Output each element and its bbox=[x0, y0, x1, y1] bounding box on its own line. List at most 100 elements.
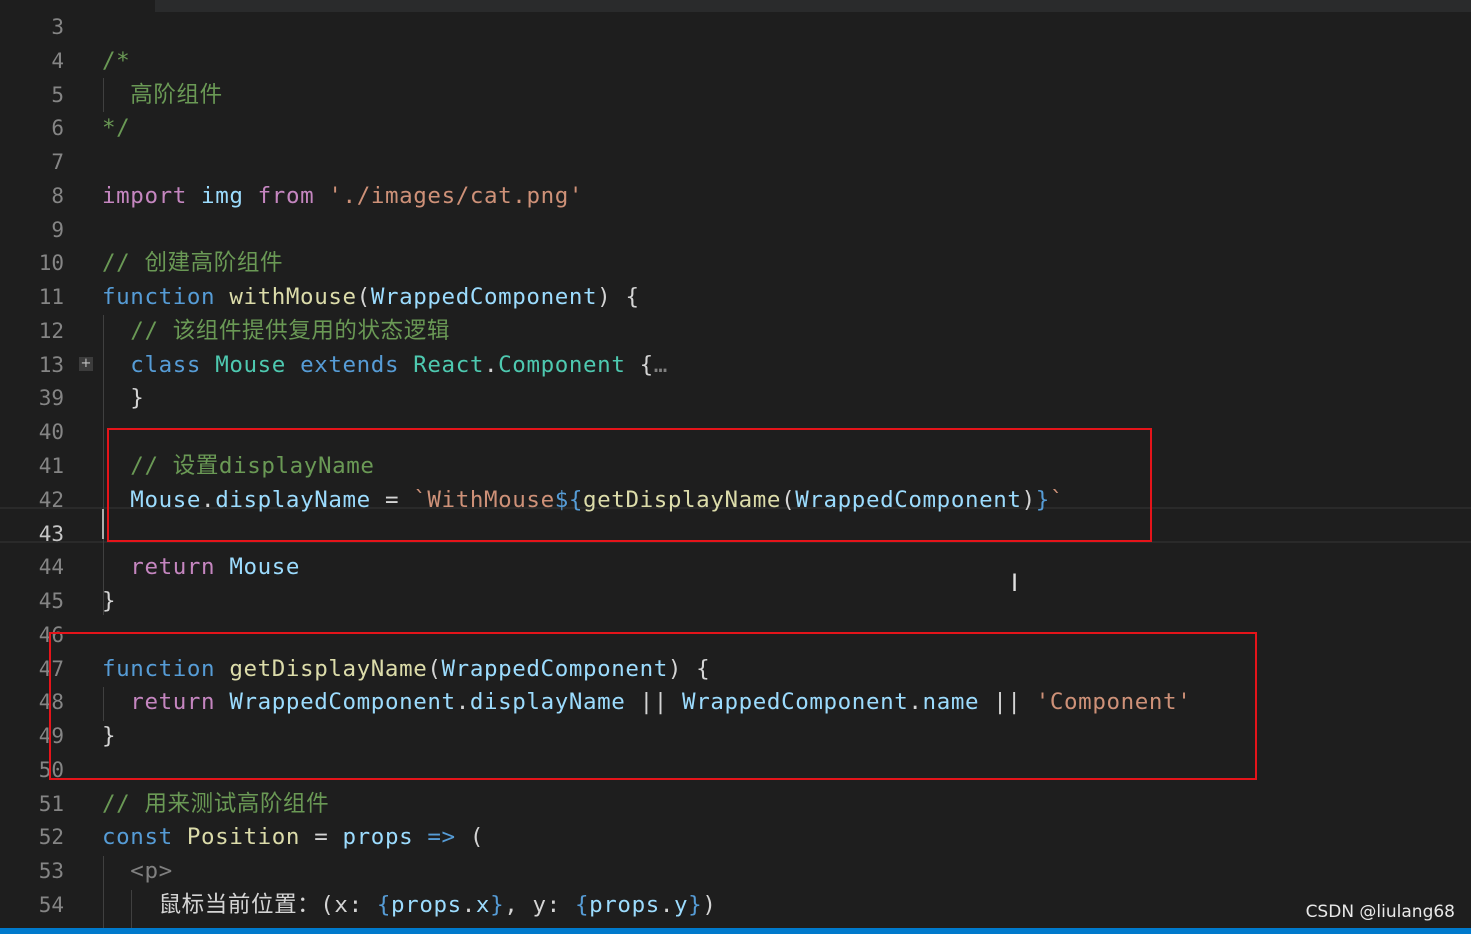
code-line[interactable]: 8 import img from './images/cat.png' bbox=[0, 179, 1471, 213]
code-line[interactable]: 12 // 该组件提供复用的状态逻辑 bbox=[0, 314, 1471, 348]
line-code: } bbox=[102, 584, 116, 618]
line-number: 7 bbox=[51, 150, 64, 175]
code-token: const bbox=[102, 824, 173, 851]
code-line[interactable]: 3 bbox=[0, 10, 1471, 44]
code-token: ( bbox=[356, 284, 371, 311]
line-code: // 创建高阶组件 bbox=[102, 246, 283, 280]
code-line[interactable]: 39 } bbox=[0, 381, 1471, 415]
code-token: class bbox=[130, 351, 202, 378]
code-token: y bbox=[674, 892, 689, 919]
line-code: /* bbox=[102, 44, 130, 78]
code-token: WrappedComponent bbox=[370, 284, 598, 311]
code-line[interactable]: 4 /* bbox=[0, 44, 1471, 78]
code-token: 鼠标当前位置：(x: bbox=[102, 892, 377, 919]
code-token: } bbox=[102, 588, 117, 615]
code-line[interactable]: 13 class Mouse extends React.Component {… bbox=[0, 348, 1471, 382]
code-line[interactable]: 45} bbox=[0, 584, 1471, 618]
line-number: 42 bbox=[38, 487, 64, 512]
line-number: 53 bbox=[38, 859, 64, 884]
line-number: 44 bbox=[38, 555, 64, 580]
code-token: from bbox=[257, 182, 315, 209]
code-token: function bbox=[102, 284, 216, 311]
line-number: 11 bbox=[38, 285, 64, 310]
highlight-box-displayname bbox=[107, 428, 1152, 542]
code-token: => bbox=[427, 824, 456, 851]
code-line[interactable]: 10 // 创建高阶组件 bbox=[0, 246, 1471, 280]
status-bar bbox=[0, 928, 1471, 934]
code-token: './images/cat.png' bbox=[328, 182, 584, 209]
line-code: class Mouse extends React.Component {… bbox=[102, 348, 668, 382]
text-cursor bbox=[102, 509, 104, 539]
code-token: } bbox=[490, 892, 505, 919]
code-line[interactable]: 52 const Position = props => ( bbox=[0, 820, 1471, 854]
line-number: 40 bbox=[38, 420, 64, 445]
code-token: } bbox=[102, 385, 145, 412]
code-token: img bbox=[201, 182, 244, 209]
indent-guide bbox=[103, 78, 104, 112]
line-code: const Position = props => ( bbox=[102, 820, 484, 854]
code-token: ( bbox=[455, 824, 484, 851]
code-token: // 该组件提供复用的状态逻辑 bbox=[102, 317, 450, 344]
line-number: 41 bbox=[38, 454, 64, 478]
code-token: ) { bbox=[597, 284, 640, 311]
code-line[interactable]: 6 */ bbox=[0, 111, 1471, 145]
line-code: import img from './images/cat.png' bbox=[102, 179, 583, 213]
line-number: 13 bbox=[38, 352, 64, 377]
code-token: … bbox=[653, 351, 668, 378]
code-line[interactable]: 11 function withMouse(WrappedComponent) { bbox=[0, 280, 1471, 314]
line-number: 51 bbox=[38, 791, 64, 816]
indent-guide bbox=[131, 890, 132, 928]
code-token: . bbox=[484, 351, 499, 378]
code-token: { bbox=[376, 892, 392, 919]
indent-guide bbox=[103, 315, 104, 615]
code-line[interactable]: 9 bbox=[0, 213, 1471, 247]
code-token: /* bbox=[102, 47, 131, 74]
code-token: */ bbox=[102, 115, 131, 142]
line-number: 5 bbox=[51, 82, 64, 107]
code-line[interactable]: 51 // 用来测试高阶组件 bbox=[0, 787, 1471, 821]
line-code: 鼠标当前位置：(x: {props.x}, y: {props.y}) bbox=[102, 888, 716, 922]
code-token: Mouse bbox=[229, 554, 301, 581]
code-token: { bbox=[574, 892, 590, 919]
line-number: 52 bbox=[38, 825, 64, 850]
code-line[interactable]: 5 高阶组件 bbox=[0, 78, 1471, 112]
code-token: { bbox=[625, 351, 654, 378]
line-code: } bbox=[102, 381, 144, 415]
line-code: <p> bbox=[102, 854, 173, 888]
code-token: extends bbox=[300, 351, 400, 378]
code-token: Component bbox=[498, 351, 626, 378]
indent-guide bbox=[103, 856, 104, 928]
line-number: 39 bbox=[38, 386, 64, 411]
line-code: function withMouse(WrappedComponent) { bbox=[102, 280, 640, 314]
code-line[interactable]: 44 return Mouse bbox=[0, 550, 1471, 584]
line-number: 45 bbox=[38, 589, 64, 614]
code-token: props bbox=[342, 824, 414, 851]
code-line[interactable]: 53 <p> bbox=[0, 854, 1471, 888]
line-code: */ bbox=[102, 111, 130, 145]
line-number: 9 bbox=[51, 217, 64, 242]
code-line[interactable]: 7 bbox=[0, 145, 1471, 179]
fold-expand-icon[interactable]: + bbox=[79, 357, 93, 371]
line-number: 54 bbox=[38, 893, 64, 918]
code-line[interactable]: 54 鼠标当前位置：(x: {props.x}, y: {props.y}) bbox=[0, 888, 1471, 922]
code-token: , y: bbox=[504, 892, 575, 919]
line-number: 6 bbox=[51, 116, 64, 141]
watermark: CSDN @liulang68 bbox=[1305, 902, 1455, 922]
line-code: return Mouse bbox=[102, 550, 300, 584]
code-token: import bbox=[102, 182, 187, 209]
highlight-box-getdisplayname bbox=[49, 632, 1257, 780]
code-token: Mouse bbox=[215, 351, 286, 378]
code-token: props bbox=[589, 892, 660, 919]
line-code: 高阶组件 bbox=[102, 78, 223, 112]
code-token: } bbox=[688, 892, 703, 919]
